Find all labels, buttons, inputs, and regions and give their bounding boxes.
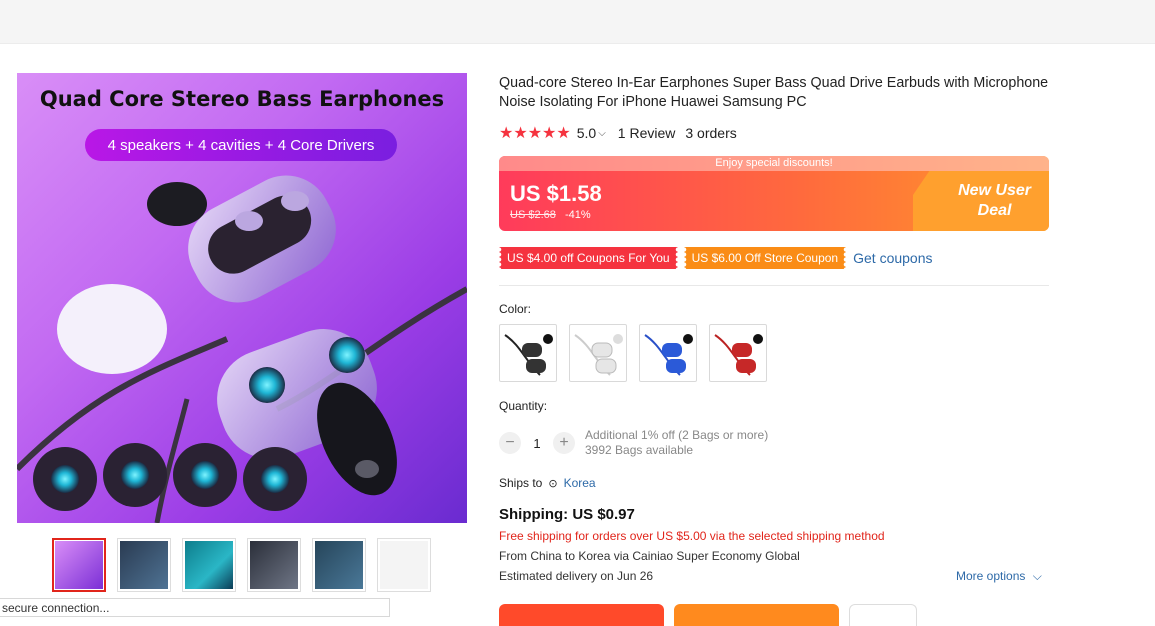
location-pin-icon: ⊙ bbox=[548, 477, 558, 490]
wishlist-button[interactable] bbox=[849, 604, 917, 626]
deal-line-2: Deal bbox=[977, 202, 1012, 219]
current-price: US $1.58 bbox=[510, 181, 602, 206]
discount-banner: Enjoy special discounts! bbox=[499, 156, 1049, 171]
thumbnail-strip bbox=[52, 538, 431, 592]
deal-line-1: New User bbox=[958, 182, 1031, 199]
bulk-offer-text: Additional 1% off (2 Bags or more) bbox=[585, 428, 769, 442]
destination-selector[interactable]: Korea bbox=[564, 476, 596, 490]
chevron-down-icon[interactable]: ⌵ bbox=[598, 128, 606, 139]
thumbnail-5[interactable] bbox=[312, 538, 366, 592]
store-coupon[interactable]: US $6.00 Off Store Coupon bbox=[683, 247, 847, 269]
price-details: US $2.68 -41% bbox=[510, 209, 591, 221]
get-coupons-link[interactable]: Get coupons bbox=[853, 250, 932, 266]
color-options bbox=[499, 324, 767, 382]
estimated-delivery: Estimated delivery on Jun 26 bbox=[499, 569, 654, 583]
star-rating-icon: ★★★★★ bbox=[499, 125, 571, 142]
chevron-down-icon[interactable]: ⌵ bbox=[1033, 569, 1042, 583]
product-title: Quad-core Stereo In-Ear Earphones Super … bbox=[499, 75, 1049, 110]
coupons-row: US $4.00 off Coupons For You US $6.00 Of… bbox=[499, 247, 933, 269]
quantity-label: Quantity: bbox=[499, 399, 548, 413]
ships-to-label: Ships to bbox=[499, 476, 543, 490]
main-product-image[interactable]: Quad Core Stereo Bass Earphones 4 speake… bbox=[17, 73, 467, 523]
color-option-white[interactable] bbox=[569, 324, 627, 382]
thumbnail-2[interactable] bbox=[117, 538, 171, 592]
original-price: US $2.68 bbox=[510, 209, 556, 221]
hero-feature-pill: 4 speakers + 4 cavities + 4 Core Drivers bbox=[85, 129, 397, 161]
free-shipping-note: Free shipping for orders over US $5.00 v… bbox=[499, 529, 885, 543]
new-user-deal-badge: New User Deal bbox=[958, 181, 1031, 221]
ships-to-row: Ships to ⊙ Korea bbox=[499, 476, 596, 490]
buy-now-button[interactable] bbox=[499, 604, 664, 626]
rating-value[interactable]: 5.0 bbox=[577, 125, 596, 141]
thumbnail-1[interactable] bbox=[52, 538, 106, 592]
top-bar bbox=[0, 0, 1155, 44]
color-option-blue[interactable] bbox=[639, 324, 697, 382]
thumbnail-6[interactable] bbox=[377, 538, 431, 592]
more-options-label[interactable]: More options bbox=[956, 569, 1025, 583]
divider bbox=[499, 285, 1049, 286]
status-bar: secure connection... bbox=[0, 598, 390, 617]
shipping-cost: Shipping: US $0.97 bbox=[499, 506, 635, 523]
stock-available: 3992 Bags available bbox=[585, 443, 694, 457]
add-to-cart-button[interactable] bbox=[674, 604, 839, 626]
quantity-minus-button[interactable]: − bbox=[499, 432, 521, 454]
shipping-route: From China to Korea via Cainiao Super Ec… bbox=[499, 549, 800, 563]
thumbnail-4[interactable] bbox=[247, 538, 301, 592]
discount-percent: -41% bbox=[564, 209, 591, 221]
color-option-red[interactable] bbox=[709, 324, 767, 382]
quantity-stepper: − 1 + Additional 1% off (2 Bags or more)… bbox=[499, 428, 768, 458]
quantity-plus-button[interactable]: + bbox=[553, 432, 575, 454]
quantity-info: Additional 1% off (2 Bags or more) 3992 … bbox=[585, 428, 768, 458]
earphones-illustration bbox=[17, 175, 467, 523]
reviews-link[interactable]: 1 Review bbox=[618, 125, 676, 141]
thumbnail-3[interactable] bbox=[182, 538, 236, 592]
coupon-for-you[interactable]: US $4.00 off Coupons For You bbox=[499, 247, 678, 269]
color-label: Color: bbox=[499, 302, 532, 316]
rating-row: ★★★★★ 5.0 ⌵ 1 Review 3 orders bbox=[499, 123, 737, 143]
price-box: Enjoy special discounts! US $1.58 US $2.… bbox=[499, 156, 1049, 231]
quantity-value[interactable]: 1 bbox=[521, 436, 553, 451]
orders-count: 3 orders bbox=[685, 125, 737, 141]
color-option-black[interactable] bbox=[499, 324, 557, 382]
more-options-link[interactable]: More options ⌵ bbox=[956, 569, 1042, 584]
hero-title: Quad Core Stereo Bass Earphones bbox=[39, 87, 445, 111]
